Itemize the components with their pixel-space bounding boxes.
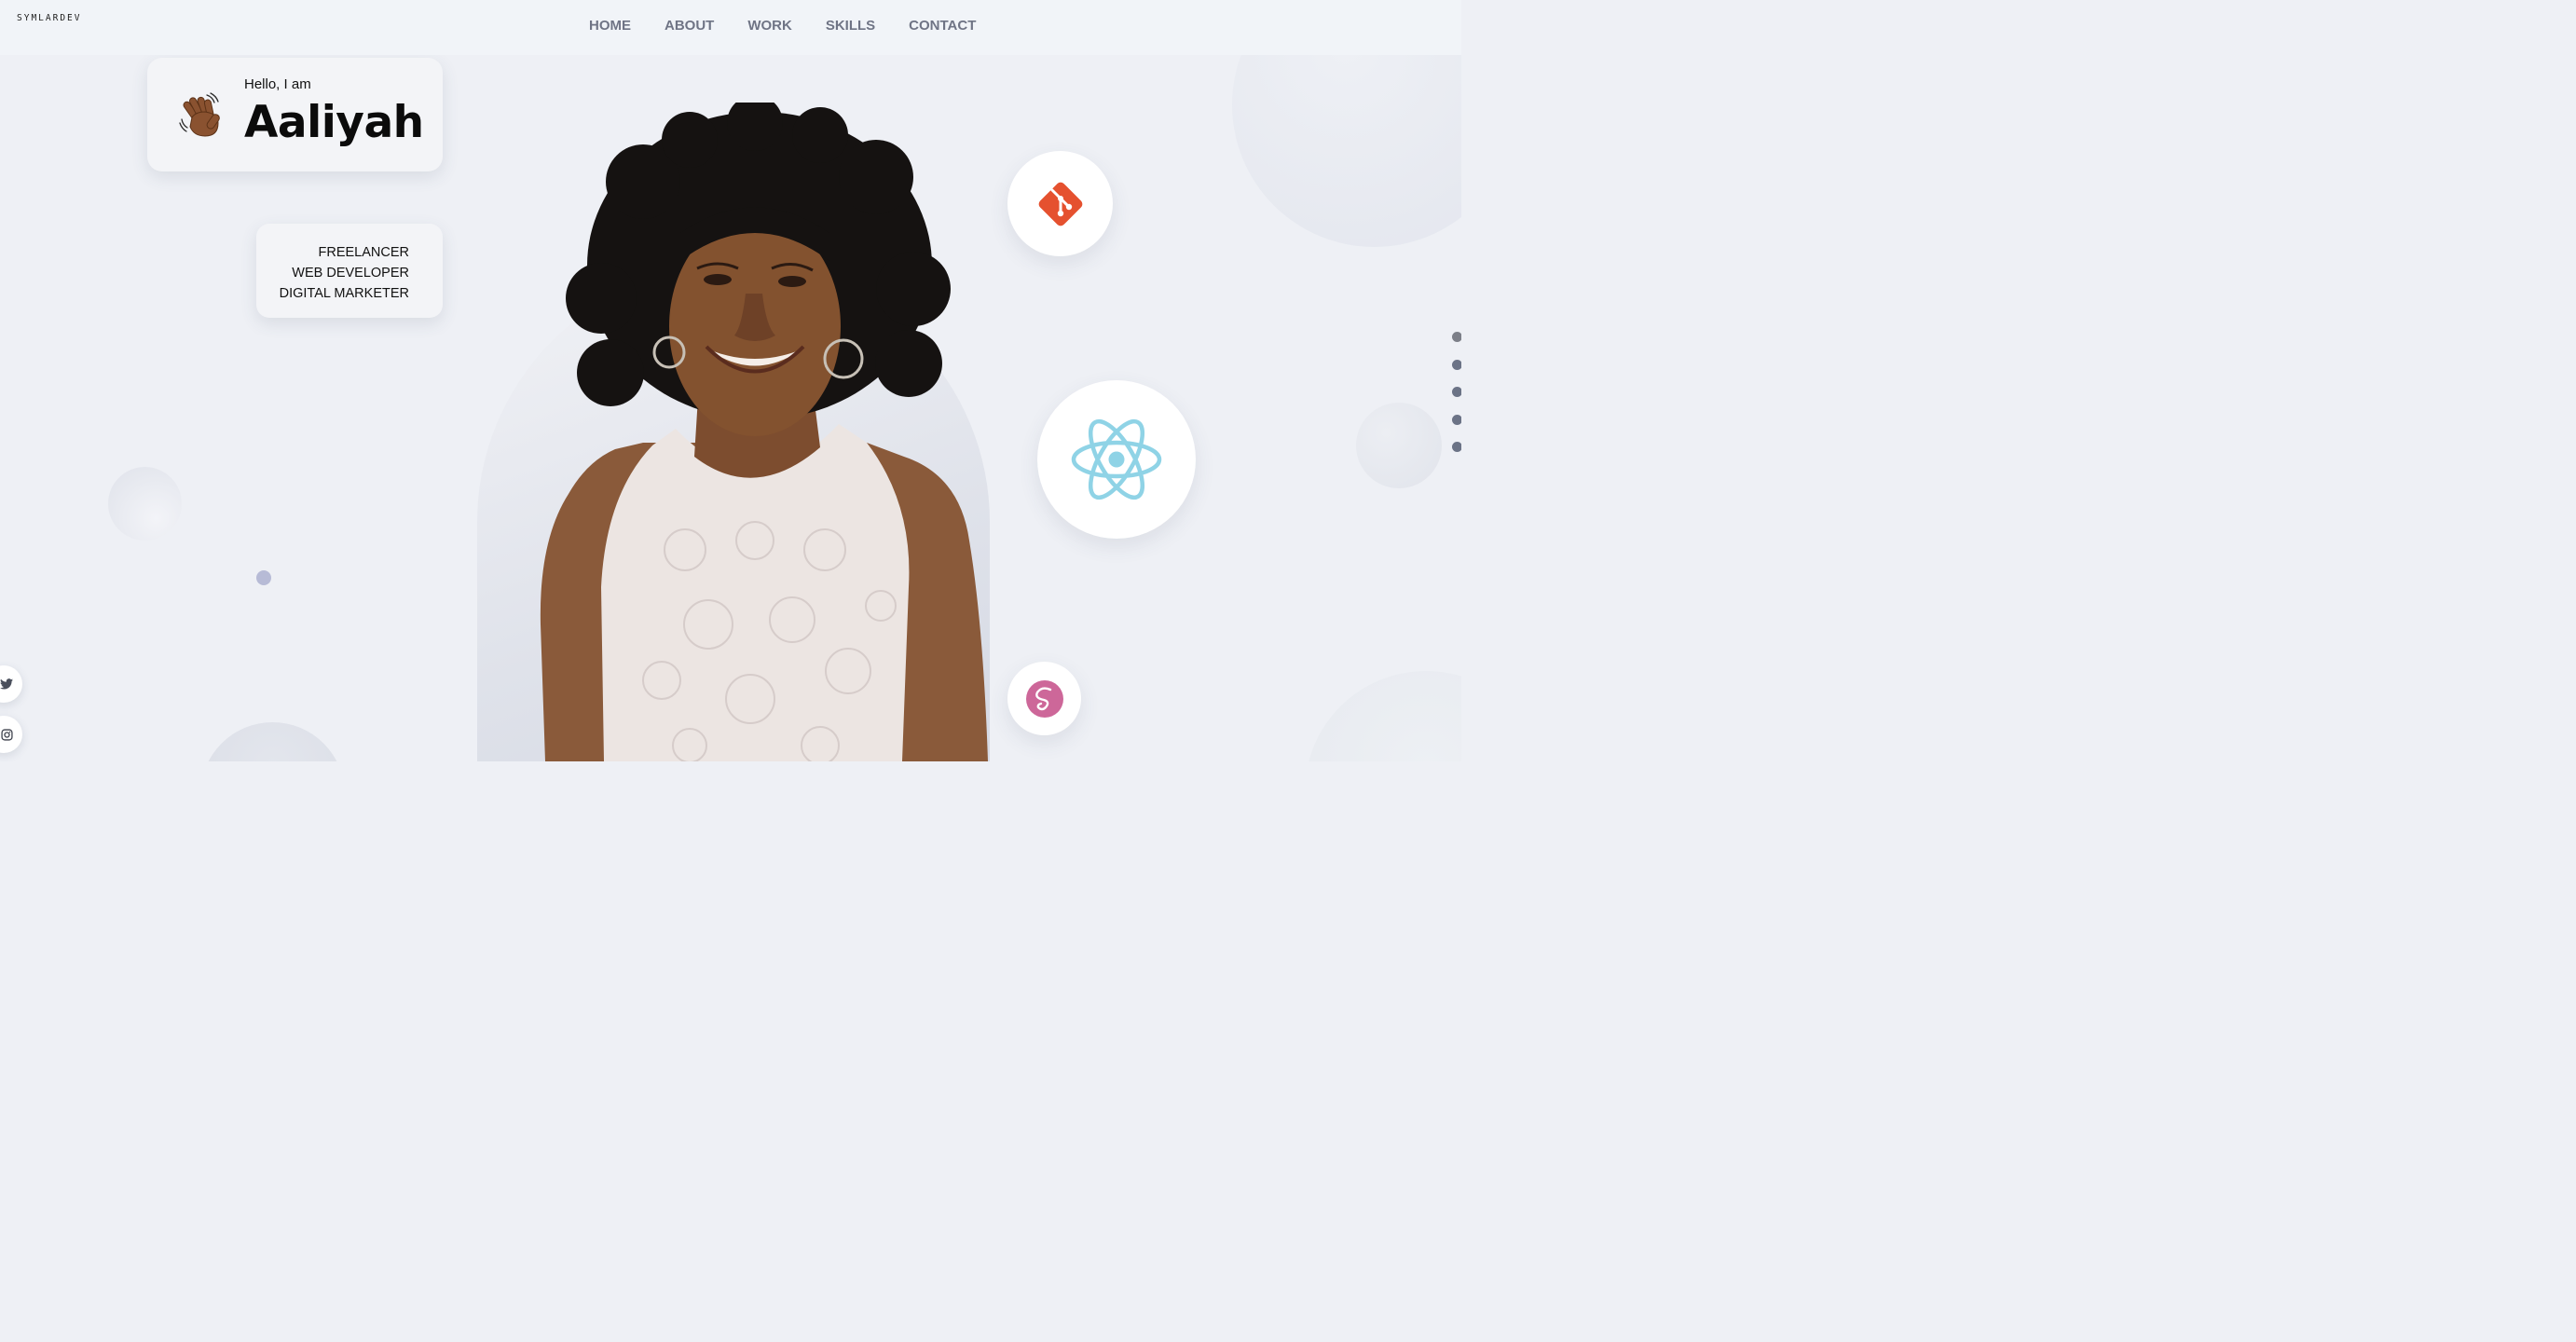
hero-name: Aaliyah — [244, 97, 424, 148]
section-dot[interactable] — [1452, 442, 1461, 452]
sass-skill-bubble — [1007, 662, 1081, 735]
nav-contact-link[interactable]: CONTACT — [909, 18, 976, 34]
git-icon — [1038, 182, 1082, 226]
portfolio-page: SYMLARDEV HOME ABOUT WORK SKILLS CONTACT — [0, 0, 1461, 761]
section-dot[interactable] — [1452, 332, 1461, 342]
waving-hand-icon — [179, 92, 220, 137]
roles-card: FREELANCER WEB DEVELOPER DIGITAL MARKETE… — [256, 224, 443, 318]
decorative-dot — [256, 570, 271, 585]
profile-portrait — [540, 103, 988, 761]
instagram-link[interactable] — [0, 716, 22, 753]
twitter-link[interactable] — [0, 665, 22, 703]
twitter-icon — [0, 678, 13, 690]
site-logo[interactable]: SYMLARDEV — [17, 13, 81, 23]
sass-icon — [1025, 679, 1063, 718]
git-skill-bubble — [1007, 151, 1113, 256]
section-dot[interactable] — [1452, 359, 1461, 370]
decorative-ball — [200, 722, 345, 761]
nav-work-link[interactable]: WORK — [747, 18, 792, 34]
role-item: DIGITAL MARKETER — [279, 286, 409, 301]
section-dots-nav — [1452, 332, 1461, 470]
decorative-ball — [108, 467, 182, 541]
intro-card: Hello, I am Aaliyah — [147, 58, 443, 171]
role-item: WEB DEVELOPER — [292, 266, 409, 281]
nav-skills-link[interactable]: SKILLS — [826, 18, 875, 34]
nav-about-link[interactable]: ABOUT — [665, 18, 714, 34]
greeting-text: Hello, I am — [244, 76, 311, 92]
main-nav: HOME ABOUT WORK SKILLS CONTACT — [589, 18, 976, 34]
react-icon — [1071, 418, 1162, 500]
decorative-circle — [1305, 671, 1461, 761]
react-skill-bubble — [1037, 380, 1196, 539]
section-dot[interactable] — [1452, 387, 1461, 397]
section-dot[interactable] — [1452, 414, 1461, 425]
top-navbar: SYMLARDEV HOME ABOUT WORK SKILLS CONTACT — [0, 0, 1461, 55]
decorative-ball — [1356, 403, 1442, 488]
nav-home-link[interactable]: HOME — [589, 18, 631, 34]
instagram-icon — [1, 728, 13, 741]
role-item: FREELANCER — [318, 245, 410, 260]
